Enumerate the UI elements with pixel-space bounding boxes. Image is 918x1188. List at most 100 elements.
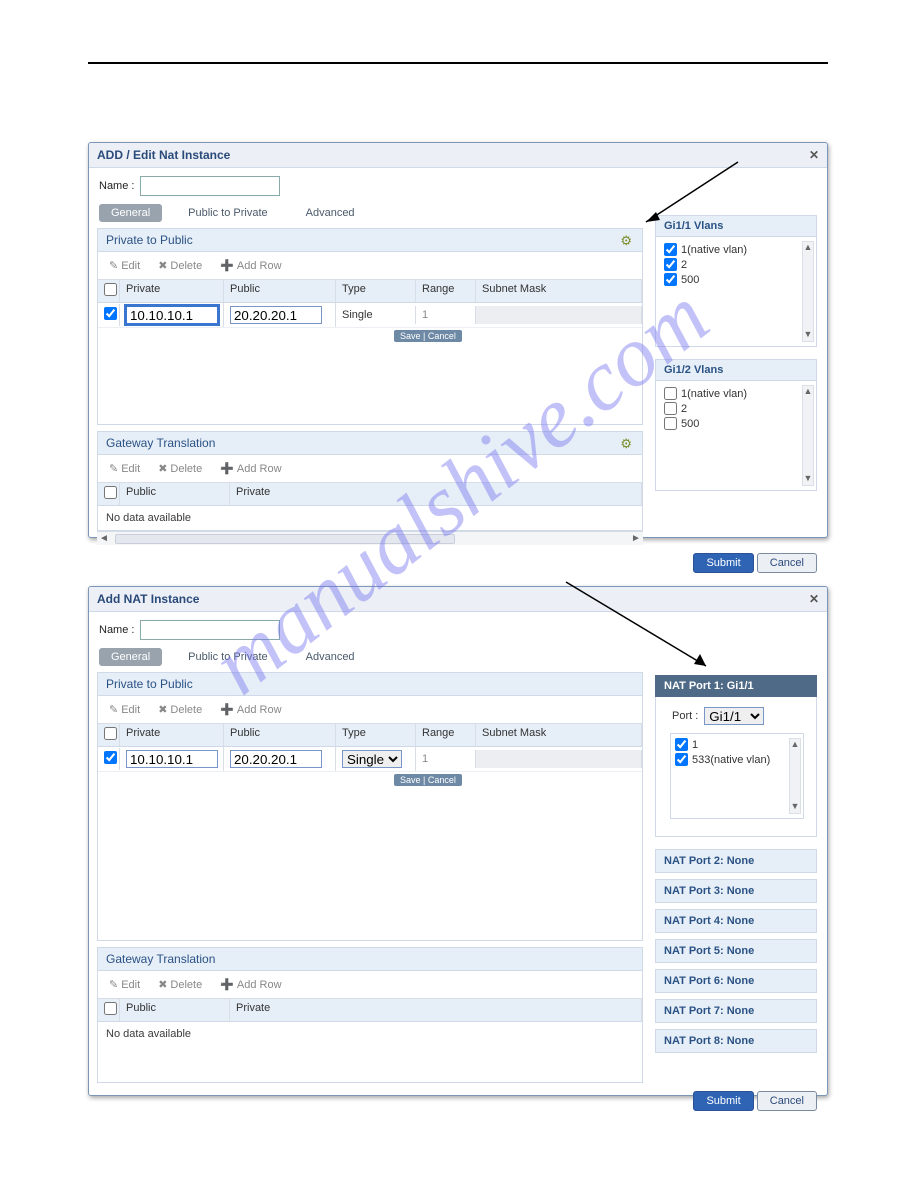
vertical-scrollbar[interactable]: ▲▼ <box>802 385 814 486</box>
add-row-button[interactable]: ➕Add Row <box>213 975 288 994</box>
section-header-text: Private to Public <box>106 677 193 691</box>
nat-port-row[interactable]: NAT Port 2: None <box>655 849 817 873</box>
side-body: 1(native vlan) 2 500 ▲▼ <box>655 381 817 491</box>
col-private: Private <box>120 280 224 302</box>
cell-mask <box>476 750 642 768</box>
tab-general[interactable]: General <box>99 648 162 666</box>
close-icon[interactable]: ✕ <box>809 148 819 162</box>
add-row-label: Add Row <box>237 260 282 272</box>
tab-public-to-private[interactable]: Public to Private <box>176 204 279 222</box>
vlan-checkbox[interactable] <box>664 387 677 400</box>
port-select[interactable]: Gi1/1 <box>704 707 764 725</box>
name-input[interactable] <box>140 620 280 640</box>
section-header: Private to Public <box>98 673 642 696</box>
vlan-checkbox[interactable] <box>664 402 677 415</box>
close-icon[interactable]: ✕ <box>809 592 819 606</box>
delete-button[interactable]: ✖Delete <box>151 700 209 719</box>
nat-port-row[interactable]: NAT Port 7: None <box>655 999 817 1023</box>
delete-button[interactable]: ✖Delete <box>151 975 209 994</box>
nat-port-row[interactable]: NAT Port 8: None <box>655 1029 817 1053</box>
vlan-checkbox[interactable] <box>664 243 677 256</box>
public-input[interactable] <box>230 306 322 324</box>
delete-label: Delete <box>170 260 202 272</box>
nat-port-row[interactable]: NAT Port 5: None <box>655 939 817 963</box>
section-private-to-public: Private to Public ✎Edit ✖Delete ➕Add Row… <box>97 672 643 941</box>
save-cancel-pill[interactable]: Save | Cancel <box>394 774 462 786</box>
private-input[interactable] <box>126 750 218 768</box>
row-checkbox[interactable] <box>98 748 120 770</box>
table-header: Private Public Type Range Subnet Mask <box>98 280 642 303</box>
gw-table-header: Public Private <box>98 483 642 506</box>
type-value[interactable]: Single <box>342 309 373 321</box>
scroll-thumb[interactable] <box>115 534 455 544</box>
cancel-button[interactable]: Cancel <box>757 553 817 573</box>
section-gateway-translation: Gateway Translation ⚙ ✎Edit ✖Delete ➕Add… <box>97 431 643 531</box>
checkbox-header[interactable] <box>98 724 120 746</box>
add-row-button[interactable]: ➕Add Row <box>213 700 288 719</box>
submit-button[interactable]: Submit <box>693 553 753 573</box>
edit-label: Edit <box>121 463 140 475</box>
delete-label: Delete <box>170 979 202 991</box>
col-private: Private <box>120 724 224 746</box>
cell-range: 1 <box>416 750 476 768</box>
col-subnet-mask: Subnet Mask <box>476 724 642 746</box>
col-public: Public <box>120 999 230 1021</box>
vlan-item: 500 <box>664 417 810 430</box>
checkbox-header[interactable] <box>98 999 120 1021</box>
nat-port-row[interactable]: NAT Port 3: None <box>655 879 817 903</box>
tab-general[interactable]: General <box>99 204 162 222</box>
gear-icon[interactable]: ⚙ <box>620 233 632 249</box>
tab-advanced[interactable]: Advanced <box>294 648 367 666</box>
vlan-item: 1 <box>675 738 799 751</box>
cancel-button[interactable]: Cancel <box>757 1091 817 1111</box>
submit-button[interactable]: Submit <box>693 1091 753 1111</box>
plus-icon: ➕ <box>220 703 234 716</box>
scroll-right-icon[interactable]: ► <box>629 532 643 546</box>
tab-public-to-private[interactable]: Public to Private <box>176 648 279 666</box>
tab-advanced[interactable]: Advanced <box>294 204 367 222</box>
add-row-label: Add Row <box>237 979 282 991</box>
type-select[interactable]: Single <box>342 750 402 768</box>
dialog-footer: Submit Cancel <box>89 1083 827 1119</box>
public-input[interactable] <box>230 750 322 768</box>
vertical-scrollbar[interactable]: ▲▼ <box>789 738 801 814</box>
nat-port-list: NAT Port 2: None NAT Port 3: None NAT Po… <box>655 849 817 1059</box>
nat-port-row[interactable]: NAT Port 6: None <box>655 969 817 993</box>
col-private: Private <box>230 999 642 1021</box>
side-header: NAT Port 1: Gi1/1 <box>655 675 817 697</box>
vertical-scrollbar[interactable]: ▲▼ <box>802 241 814 342</box>
private-input[interactable] <box>126 306 218 324</box>
col-private: Private <box>230 483 642 505</box>
gw-header-text: Gateway Translation <box>106 436 215 450</box>
checkbox-header[interactable] <box>98 483 120 505</box>
gear-icon[interactable]: ⚙ <box>620 436 632 452</box>
nat-port-row[interactable]: NAT Port 4: None <box>655 909 817 933</box>
horizontal-scrollbar[interactable]: ◄ ► <box>97 531 643 545</box>
edit-button[interactable]: ✎Edit <box>102 256 147 275</box>
edit-button[interactable]: ✎Edit <box>102 459 147 478</box>
row-checkbox[interactable] <box>98 304 120 326</box>
col-public: Public <box>120 483 230 505</box>
delete-button[interactable]: ✖Delete <box>151 459 209 478</box>
side-body: Port : Gi1/1 1 533(native vlan) ▲▼ <box>655 697 817 837</box>
section-private-to-public: Private to Public ⚙ ✎Edit ✖Delete ➕Add R… <box>97 228 643 425</box>
edit-button[interactable]: ✎Edit <box>102 975 147 994</box>
section-gateway-translation: Gateway Translation ✎Edit ✖Delete ➕Add R… <box>97 947 643 1083</box>
vlan-checkbox[interactable] <box>664 417 677 430</box>
vlan-checkbox[interactable] <box>664 258 677 271</box>
pencil-icon: ✎ <box>109 978 118 991</box>
save-cancel-pill[interactable]: Save | Cancel <box>394 330 462 342</box>
delete-button[interactable]: ✖Delete <box>151 256 209 275</box>
add-row-button[interactable]: ➕Add Row <box>213 256 288 275</box>
toolbar: ✎Edit ✖Delete ➕Add Row <box>98 252 642 280</box>
edit-button[interactable]: ✎Edit <box>102 700 147 719</box>
name-input[interactable] <box>140 176 280 196</box>
col-range: Range <box>416 724 476 746</box>
checkbox-header[interactable] <box>98 280 120 302</box>
add-row-button[interactable]: ➕Add Row <box>213 459 288 478</box>
vlan-checkbox[interactable] <box>675 738 688 751</box>
vlan-checkbox[interactable] <box>675 753 688 766</box>
x-icon: ✖ <box>158 978 167 991</box>
scroll-left-icon[interactable]: ◄ <box>97 532 111 546</box>
vlan-checkbox[interactable] <box>664 273 677 286</box>
